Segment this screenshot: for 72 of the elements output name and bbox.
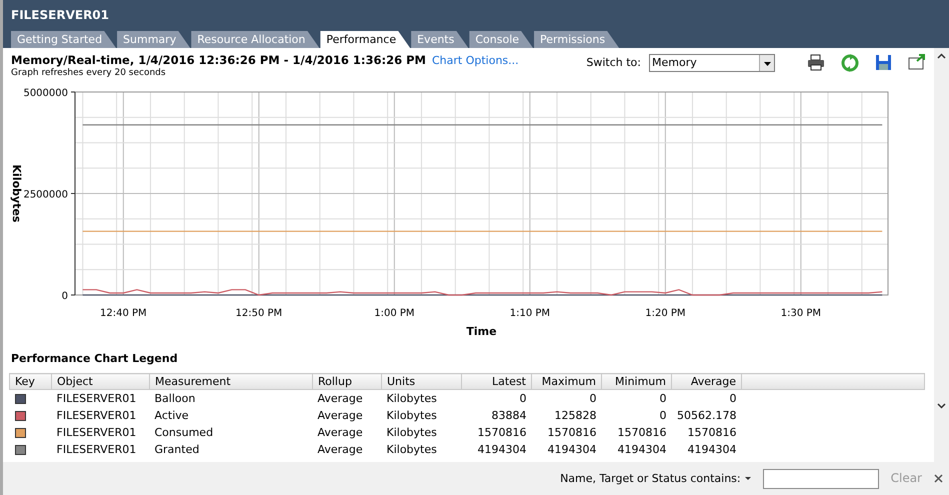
column-header[interactable]: Rollup xyxy=(312,374,382,390)
close-icon[interactable] xyxy=(934,474,943,483)
chart-options-link[interactable]: Chart Options... xyxy=(432,54,519,68)
refresh-icon[interactable] xyxy=(841,54,859,72)
table-cell-text: 4194304 xyxy=(476,442,528,458)
y-tick-label: 5000000 xyxy=(23,88,68,99)
caret-icon[interactable] xyxy=(744,477,751,480)
table-cell-text: 1570816 xyxy=(546,424,598,441)
table-cell-text: Average xyxy=(316,424,364,441)
table-cell-text: 125828 xyxy=(554,408,598,424)
refresh-note: Graph refreshes every 20 seconds xyxy=(11,68,167,79)
table-cell-text: Average xyxy=(316,408,364,424)
scrollbar[interactable] xyxy=(934,48,949,462)
column-header[interactable]: Measurement xyxy=(150,374,312,390)
x-tick-label: 1:00 PM xyxy=(374,308,415,319)
filter-dropdown[interactable]: Name, Target or Status contains: xyxy=(556,472,755,486)
table-cell-text: Consumed xyxy=(154,424,214,441)
x-tick-label: 1:20 PM xyxy=(645,308,686,319)
table-cell-text: 1570816 xyxy=(476,424,528,441)
column-header[interactable]: Key xyxy=(10,374,52,390)
scroll-up-icon[interactable] xyxy=(937,53,946,60)
table-cell: Balloon xyxy=(150,390,312,407)
column-header[interactable]: Minimum xyxy=(602,374,672,390)
x-tick-label: 12:50 PM xyxy=(236,308,282,319)
legend-title: Performance Chart Legend xyxy=(10,351,179,367)
table-cell-text: FILESERVER01 xyxy=(56,442,138,458)
column-header[interactable]: Maximum xyxy=(532,374,602,390)
table-cell-text: 50562.178 xyxy=(676,408,738,424)
column-header[interactable]: Average xyxy=(672,374,742,390)
column-header[interactable]: Object xyxy=(52,374,150,390)
table-cell: FILESERVER01 xyxy=(52,390,150,407)
export-icon[interactable] xyxy=(908,54,926,70)
y-tick-label: 2500000 xyxy=(23,190,68,200)
table-cell-text: 4194304 xyxy=(616,442,668,458)
table-cell-text: FILESERVER01 xyxy=(56,408,138,424)
save-icon[interactable] xyxy=(875,54,892,71)
caret-icon[interactable] xyxy=(762,60,772,66)
table-cell-text: 83884 xyxy=(490,408,528,424)
table-cell: Average xyxy=(312,390,382,407)
table-cell-text: Granted xyxy=(154,442,200,458)
switch-label: Switch to: xyxy=(586,56,641,70)
x-tick-label: 12:40 PM xyxy=(100,308,147,319)
table-cell-text: Kilobytes xyxy=(386,442,438,458)
filter-field[interactable] xyxy=(762,468,879,488)
table-cell-text: 0 xyxy=(658,408,668,424)
scroll-down-icon[interactable] xyxy=(937,402,946,409)
y-axis-title: Kilobytes xyxy=(10,164,23,222)
chart-type-select[interactable]: Memory xyxy=(649,54,775,72)
table-cell-text: Kilobytes xyxy=(386,408,438,424)
table-cell: Kilobytes xyxy=(382,390,462,407)
column-header[interactable]: Latest xyxy=(462,374,532,390)
table-cell-text: Kilobytes xyxy=(386,424,438,441)
table-cell-text: FILESERVER01 xyxy=(56,424,138,441)
column-header[interactable]: Units xyxy=(382,374,462,390)
table-cell-text: 4194304 xyxy=(546,442,598,458)
table-cell: 0 xyxy=(602,390,672,407)
table-cell-text: 1570816 xyxy=(616,424,668,441)
table-cell: 0 xyxy=(462,390,532,407)
table-cell: 0 xyxy=(672,390,742,407)
tab[interactable]: Performance xyxy=(320,30,410,48)
table-cell-text: Active xyxy=(154,408,190,424)
table-cell-text: 1570816 xyxy=(686,424,738,441)
x-tick-label: 1:30 PM xyxy=(780,308,822,319)
table-cell-text: 4194304 xyxy=(686,442,738,458)
printer-icon[interactable] xyxy=(807,54,825,71)
x-axis-title: Time xyxy=(466,325,497,338)
table-cell: 0 xyxy=(532,390,602,407)
y-tick-label: 0 xyxy=(62,291,68,302)
x-tick-label: 1:10 PM xyxy=(510,308,550,319)
table-cell-text: Average xyxy=(316,442,364,458)
chart-title: Memory/Real-time, 1/4/2016 12:36:26 PM - 1/4/2016 1:36:26 PM xyxy=(11,54,426,68)
window-title: FILESERVER01 xyxy=(11,8,110,22)
